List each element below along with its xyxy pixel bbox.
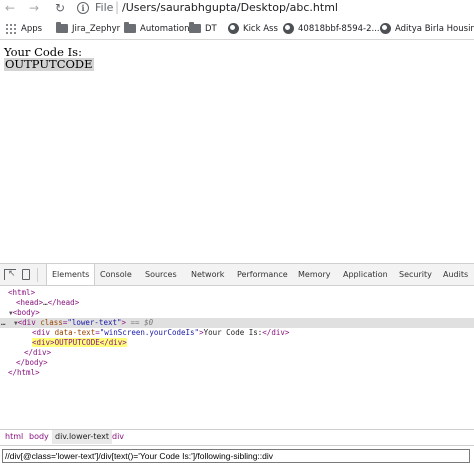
forward-arrow-icon[interactable]: → — [27, 1, 41, 15]
html-close-tag: </html> — [8, 368, 40, 377]
bookmark-label: Jira_Zephyr — [72, 24, 121, 34]
url-separator: | — [115, 0, 120, 14]
url-scheme-label: File — [95, 1, 114, 14]
div-close-tag: </div> — [24, 348, 52, 357]
inner-div-close-tag: </div> — [262, 328, 290, 337]
tab-performance[interactable]: Performance — [237, 264, 288, 285]
dom-node-head[interactable]: <head>…</head> — [16, 298, 79, 308]
bookmark-kick-ass[interactable]: Kick Ass — [228, 21, 278, 37]
selected-node-marker: == $0 — [130, 318, 154, 327]
toolbar-divider — [37, 268, 38, 282]
head-open-tag: <head> — [16, 298, 44, 307]
bookmark-label: Apps — [21, 24, 43, 34]
tab-network[interactable]: Network — [191, 264, 224, 285]
dom-node-div-lower-text[interactable]: … ▼<div class="lower-text"> == $0 — [1, 318, 153, 328]
highlighted-output-node: <div>OUTPUTCODE</div> — [32, 338, 127, 347]
html-open-tag: <html> — [8, 288, 36, 297]
devtools-panel: Elements Console Sources Network Perform… — [0, 263, 474, 465]
dom-node-div-close[interactable]: </div> — [24, 348, 51, 358]
folder-icon — [189, 22, 201, 33]
url-field[interactable]: /Users/saurabhgupta/Desktop/abc.html — [122, 1, 338, 15]
tab-console[interactable]: Console — [100, 264, 132, 285]
dom-node-html-close[interactable]: </html> — [8, 368, 40, 378]
bookmark-40818bbf[interactable]: 40818bbf-8594-2... — [283, 21, 380, 37]
tab-sources[interactable]: Sources — [145, 264, 177, 285]
back-arrow-icon[interactable]: ← — [3, 1, 17, 15]
breadcrumb-html[interactable]: html — [2, 430, 26, 444]
tab-application[interactable]: Application — [343, 264, 388, 285]
address-bar: ← → ↻ i File | /Users/saurabhgupta/Deskt… — [0, 0, 474, 17]
breadcrumb-body[interactable]: body — [26, 430, 52, 444]
folder-icon — [124, 22, 136, 33]
apps-grid-icon — [6, 23, 16, 34]
inner-div-text: Your Code Is: — [203, 328, 263, 337]
dom-node-output-div[interactable]: <div>OUTPUTCODE</div> — [32, 338, 127, 348]
xpath-search-input[interactable]: //div[@class='lower-text']/div[text()='Y… — [2, 449, 470, 463]
inspect-element-icon[interactable] — [4, 269, 16, 280]
page-content: Your Code Is: OUTPUTCODE — [0, 41, 474, 262]
bookmark-dt[interactable]: DT — [189, 21, 217, 37]
tab-security[interactable]: Security — [399, 264, 432, 285]
dom-node-html-open[interactable]: <html> — [8, 288, 35, 298]
div-tag-name: div — [22, 318, 36, 327]
dom-node-body-open[interactable]: ▼<body> — [9, 308, 40, 318]
dom-node-body-close[interactable]: </body> — [16, 358, 48, 368]
globe-icon — [228, 23, 239, 34]
bookmark-jira-zephyr[interactable]: Jira_Zephyr — [56, 21, 120, 37]
body-open-tag: <body> — [12, 308, 40, 317]
tab-elements[interactable]: Elements — [46, 264, 96, 285]
globe-icon — [380, 23, 391, 34]
tab-memory[interactable]: Memory — [298, 264, 331, 285]
tab-audits[interactable]: Audits — [443, 264, 468, 285]
bookmark-aditya-birla[interactable]: Aditya Birla Housin... — [380, 21, 474, 37]
inner-div-attr-value: "winScreen.yourCodeIs" — [99, 328, 200, 337]
div-attr-name: class — [40, 318, 63, 327]
bookmarks-bar: Apps Jira_Zephyr Automation DT Kick Ass … — [0, 18, 474, 40]
bookmark-label: 40818bbf-8594-2... — [298, 24, 380, 34]
dom-node-inner-div[interactable]: <div data-text="winScreen.yourCodeIs">Yo… — [32, 328, 289, 338]
div-attr-value: "lower-text" — [67, 318, 122, 327]
breadcrumb: html body div.lower-text div — [0, 429, 474, 444]
inner-div-tag-name: div — [36, 328, 51, 337]
body-close-tag: </body> — [16, 358, 48, 367]
info-icon[interactable]: i — [77, 2, 89, 14]
more-actions-icon[interactable]: … — [1, 318, 6, 327]
bookmark-label: Kick Ass — [243, 24, 278, 34]
bookmark-apps[interactable]: Apps — [6, 21, 42, 37]
bookmark-label: DT — [205, 24, 217, 34]
inner-div-attr-name: data-text — [54, 328, 96, 337]
folder-icon — [56, 22, 68, 33]
bookmark-automation[interactable]: Automation — [124, 21, 190, 37]
head-close-tag: </head> — [47, 298, 80, 307]
search-bar: //div[@class='lower-text']/div[text()='Y… — [0, 445, 474, 465]
elements-dom-tree: <html> <head>…</head> ▼<body> … ▼<div cl… — [0, 286, 474, 414]
breadcrumb-div-lower-text[interactable]: div.lower-text — [52, 430, 112, 444]
breadcrumb-div[interactable]: div — [109, 430, 127, 444]
bookmark-label: Automation — [140, 24, 190, 34]
device-toolbar-icon[interactable] — [22, 269, 30, 280]
output-code-value: OUTPUTCODE — [4, 57, 94, 71]
globe-icon — [283, 23, 294, 34]
bookmark-label: Aditya Birla Housin... — [395, 24, 474, 34]
devtools-tab-bar: Elements Console Sources Network Perform… — [0, 264, 474, 286]
reload-icon[interactable]: ↻ — [53, 1, 67, 15]
